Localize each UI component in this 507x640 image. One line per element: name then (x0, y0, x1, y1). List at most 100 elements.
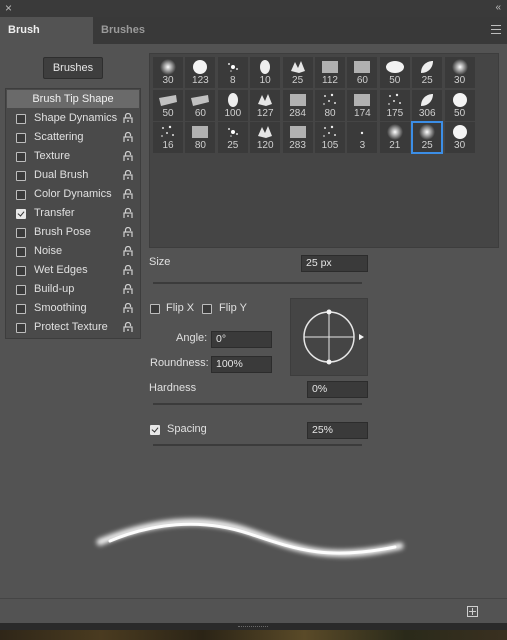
lock-icon[interactable] (123, 208, 133, 218)
lock-icon[interactable] (123, 132, 133, 142)
spacing-slider-track[interactable] (153, 444, 362, 446)
tab-brush-settings[interactable]: Brush Settings (0, 17, 93, 63)
option-protect-texture[interactable]: Protect Texture (6, 318, 140, 337)
panel-menu-icon[interactable] (491, 25, 501, 34)
option-checkbox[interactable] (16, 285, 26, 295)
collapse-icon[interactable]: « (495, 1, 500, 15)
option-noise[interactable]: Noise (6, 242, 140, 261)
option-checkbox[interactable] (16, 209, 26, 219)
lock-icon[interactable] (123, 284, 133, 294)
brush-preset[interactable]: 112 (315, 57, 345, 88)
spacing-field[interactable]: 25% (307, 422, 368, 439)
brush-size-label: 175 (386, 107, 404, 119)
option-scattering[interactable]: Scattering (6, 128, 140, 147)
option-brush-pose[interactable]: Brush Pose (6, 223, 140, 242)
brush-preset[interactable]: 3 (347, 122, 378, 153)
option-checkbox[interactable] (16, 190, 26, 200)
option-texture[interactable]: Texture (6, 147, 140, 166)
lock-icon[interactable] (123, 227, 133, 237)
option-smoothing[interactable]: Smoothing (6, 299, 140, 318)
brush-preset[interactable]: 10 (250, 57, 281, 88)
brush-preset[interactable]: 50 (379, 57, 410, 88)
flip-x-label: Flip X (166, 302, 195, 314)
hardness-field[interactable]: 0% (307, 381, 368, 398)
brush-preset[interactable]: 80 (185, 122, 216, 153)
new-brush-icon[interactable] (467, 606, 478, 617)
brush-preset[interactable]: 80 (315, 89, 345, 121)
brush-preset[interactable]: 60 (185, 89, 216, 121)
option-checkbox[interactable] (16, 266, 26, 276)
roundness-field[interactable]: 100% (211, 356, 272, 373)
brush-size-label: 50 (389, 75, 401, 86)
flip-x-checkbox[interactable] (150, 304, 160, 314)
brush-preset[interactable]: 175 (379, 89, 410, 121)
brush-preset[interactable]: 127 (250, 89, 281, 121)
brush-preset[interactable]: 120 (250, 122, 281, 153)
option-checkbox[interactable] (16, 133, 26, 143)
lock-icon[interactable] (123, 303, 133, 313)
lock-icon[interactable] (123, 322, 133, 332)
lock-icon[interactable] (123, 113, 133, 123)
brush-preset[interactable]: 100 (217, 89, 248, 121)
brush-size-label: 16 (162, 140, 174, 151)
brush-preset[interactable]: 25 (282, 57, 313, 88)
brush-preset[interactable]: 306 (412, 89, 443, 121)
brush-preset[interactable]: 60 (347, 57, 378, 88)
lock-icon[interactable] (123, 151, 133, 161)
brush-preset[interactable]: 21 (379, 122, 410, 153)
brushes-button[interactable]: Brushes (43, 57, 103, 79)
brush-tip-shape-item[interactable]: Brush Tip Shape (7, 90, 139, 108)
brush-preset[interactable]: 30 (444, 122, 475, 153)
size-slider-track[interactable] (153, 282, 362, 284)
option-label: Dual Brush (34, 169, 89, 181)
tab-brushes[interactable]: Brushes (93, 17, 153, 44)
brush-preset[interactable]: 50 (444, 89, 475, 121)
hardness-label: Hardness (149, 382, 197, 394)
option-checkbox[interactable] (16, 114, 26, 124)
brush-preset[interactable]: 105 (315, 122, 345, 153)
option-checkbox[interactable] (16, 228, 26, 238)
option-checkbox[interactable] (16, 247, 26, 257)
lock-icon[interactable] (123, 265, 133, 275)
brush-preset[interactable]: 50 (153, 89, 183, 121)
brush-preset[interactable]: 8 (217, 57, 248, 88)
lock-icon[interactable] (123, 189, 133, 199)
brush-preset[interactable]: 30 (444, 57, 475, 88)
brush-preset[interactable]: 30 (153, 57, 183, 88)
brush-tip-icon (289, 93, 306, 106)
brush-preset[interactable]: 25 (412, 57, 443, 88)
brush-preset[interactable]: 25 (217, 122, 248, 153)
brush-tip-icon (354, 61, 371, 73)
angle-roundness-preview[interactable] (290, 298, 368, 376)
option-checkbox[interactable] (16, 171, 26, 181)
angle-dial-icon[interactable] (291, 299, 367, 375)
brush-size-label: 30 (454, 140, 466, 151)
close-icon[interactable]: × (5, 1, 12, 15)
option-color-dynamics[interactable]: Color Dynamics (6, 185, 140, 204)
brush-preset[interactable]: 174 (347, 89, 378, 121)
angle-field[interactable]: 0° (211, 331, 272, 348)
flip-y-checkbox[interactable] (202, 304, 212, 314)
brush-size-label: 8 (230, 75, 236, 86)
option-dual-brush[interactable]: Dual Brush (6, 166, 140, 185)
size-field[interactable]: 25 px (301, 255, 368, 272)
option-transfer[interactable]: Transfer (6, 204, 140, 223)
lock-icon[interactable] (123, 246, 133, 256)
brush-preset[interactable]: 123 (185, 57, 216, 88)
spacing-checkbox[interactable] (150, 425, 160, 435)
brush-tip-icon (192, 126, 209, 138)
brush-tip-icon (290, 61, 305, 73)
lock-icon[interactable] (123, 170, 133, 180)
option-checkbox[interactable] (16, 304, 26, 314)
option-build-up[interactable]: Build-up (6, 280, 140, 299)
option-checkbox[interactable] (16, 323, 26, 333)
brush-tip-icon (227, 92, 238, 107)
brush-preset[interactable]: 16 (153, 122, 183, 153)
option-checkbox[interactable] (16, 152, 26, 162)
hardness-slider-track[interactable] (153, 403, 362, 405)
brush-preset[interactable]: 283 (282, 122, 313, 153)
option-shape-dynamics[interactable]: Shape Dynamics (6, 109, 140, 128)
brush-preset[interactable]: 25 (411, 121, 444, 154)
brush-preset[interactable]: 284 (282, 89, 313, 121)
option-wet-edges[interactable]: Wet Edges (6, 261, 140, 280)
